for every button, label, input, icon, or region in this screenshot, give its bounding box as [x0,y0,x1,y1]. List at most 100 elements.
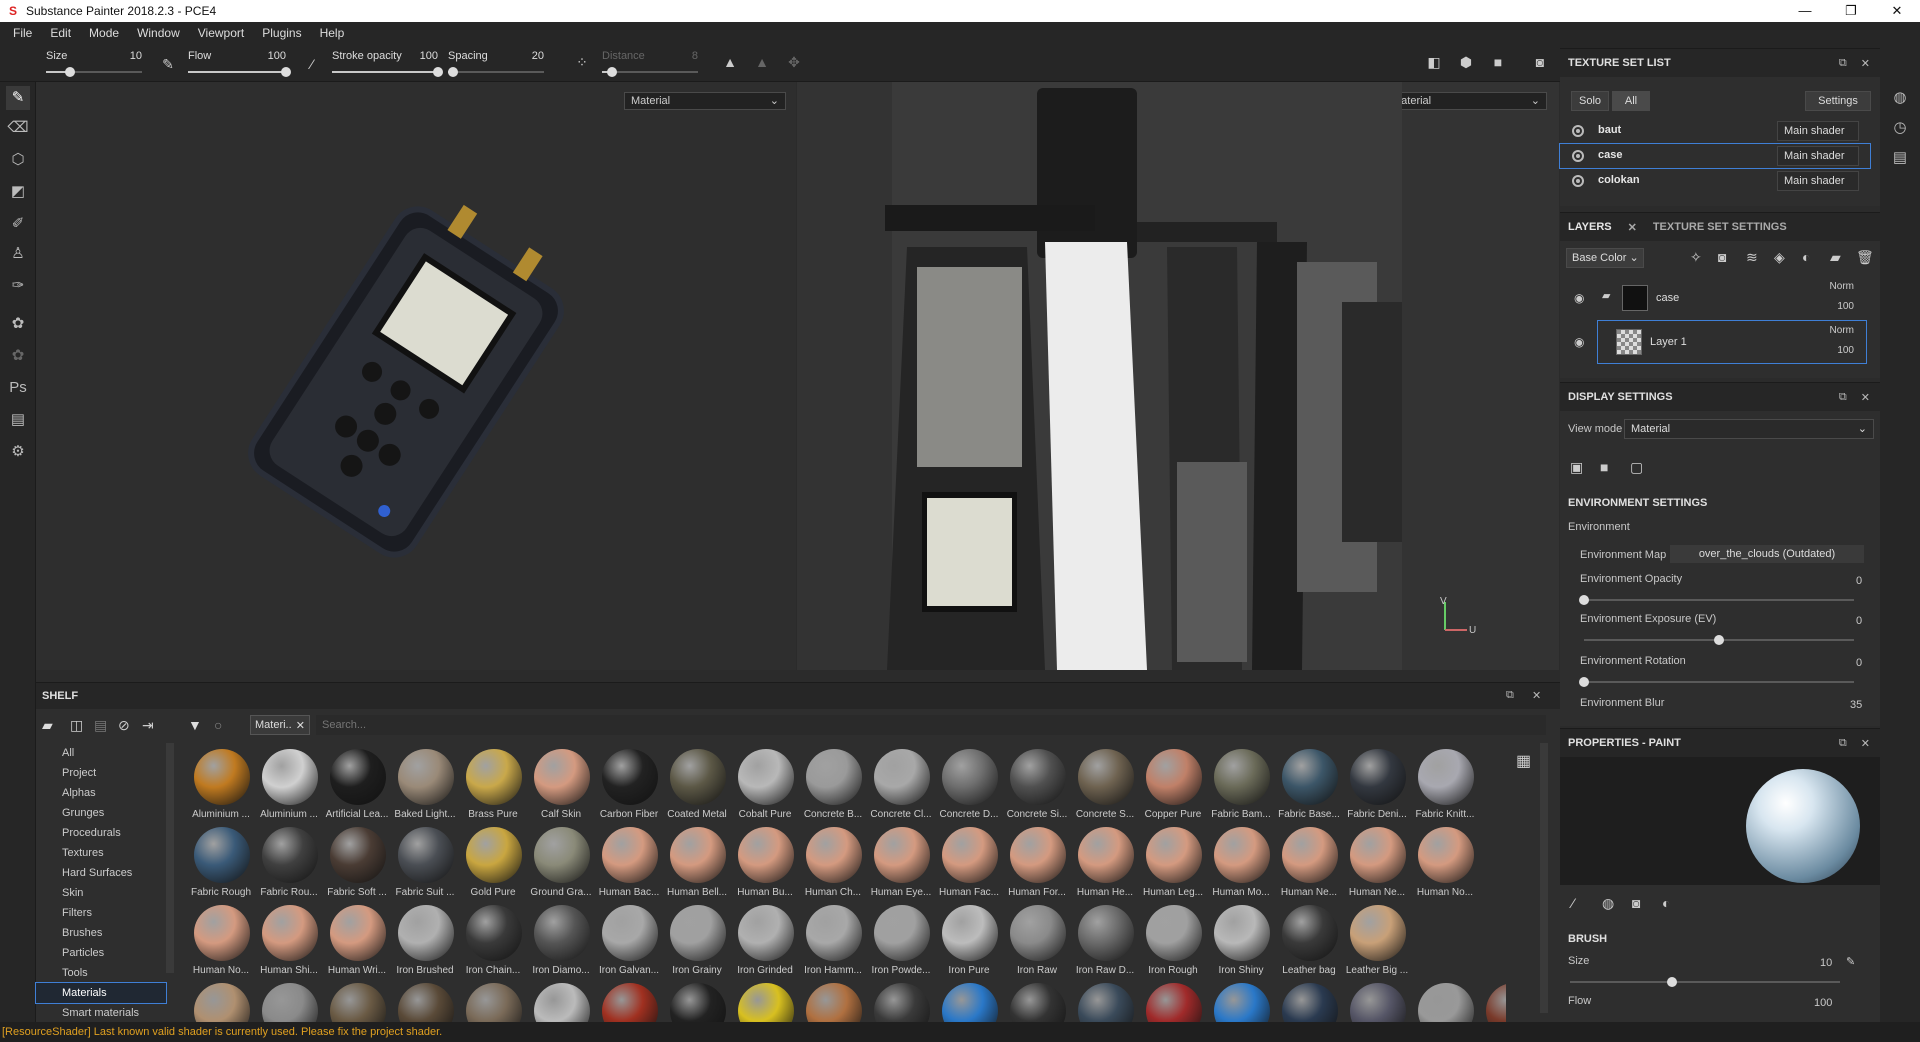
settings-gear-icon[interactable]: ⚙ [6,440,30,464]
material-thumbnail[interactable]: Fabric Rou... [254,827,320,905]
float-icon[interactable]: ⧉ [1839,737,1847,750]
shelf-category-item[interactable]: Project [36,763,166,783]
material-thumbnail[interactable]: Human For... [1002,827,1068,905]
material-preview-ball[interactable] [670,983,726,1023]
material-thumbnail[interactable]: Concrete B... [798,749,864,827]
smudge-icon[interactable]: ✐ [6,212,30,236]
close-icon[interactable]: ✕ [1861,57,1870,70]
shelf-category-item[interactable]: Materials [35,982,167,1004]
material-preview-ball[interactable] [398,983,454,1023]
material-thumbnail[interactable]: Fabric Soft ... [322,827,388,905]
add-smart-material-icon[interactable]: ◐ [1802,249,1810,265]
environment-exposure-value[interactable]: 0 [1856,615,1862,627]
shelf-category-item[interactable]: Alphas [36,783,166,803]
material-preview-ball[interactable] [466,983,522,1023]
screenshot-icon[interactable]: ◙ [1530,54,1550,70]
size-slider[interactable]: Size 10 [46,48,142,78]
circle-filter-icon[interactable]: ○ [214,717,222,733]
material-thumbnail[interactable]: Fabric Base... [1274,749,1340,827]
view-mode-select[interactable]: Material ⌄ [1624,419,1874,439]
brush-flow-value[interactable]: 100 [1814,997,1832,1009]
view-cube-icon[interactable]: ⬢ [1456,54,1476,71]
layer-row-selected[interactable]: Layer 1 Norm 100 [1597,320,1867,364]
material-preview-ball[interactable] [262,983,318,1023]
material-preview-ball[interactable] [738,983,794,1023]
radio-icon[interactable] [1572,175,1584,187]
layer-opacity[interactable]: 100 [1837,301,1854,312]
shelf-category-item[interactable]: Brushes [36,923,166,943]
viewport-3d[interactable]: Material ⌄ V U [797,82,1559,670]
lazy-mouse-icon[interactable]: ⁘ [572,54,592,71]
solo-button[interactable]: Solo [1571,91,1609,111]
material-thumbnail[interactable]: Human He... [1070,827,1136,905]
flow-pressure-icon[interactable]: ⁄ [302,56,322,72]
material-thumbnail[interactable]: Human Wri... [322,905,388,983]
settings-button[interactable]: Settings [1805,91,1871,111]
material-preview-ball[interactable] [942,983,998,1023]
menu-mode[interactable]: Mode [80,26,128,40]
material-thumbnail[interactable]: Coated Metal [662,749,728,827]
menu-file[interactable]: File [4,26,41,40]
material-thumbnail[interactable]: Iron Diamo... [526,905,592,983]
shelf-category-item[interactable]: All [36,743,166,763]
material-thumbnail[interactable]: Human No... [186,905,252,983]
camera-icon[interactable]: ■ [1488,54,1508,70]
material-thumbnail[interactable]: Iron Raw [1002,905,1068,983]
material-thumbnail[interactable]: Human Ch... [798,827,864,905]
slider-handle[interactable] [1579,677,1589,687]
material-thumbnail[interactable]: Human No... [1410,827,1476,905]
float-icon[interactable]: ⧉ [1839,391,1847,404]
layer-opacity[interactable]: 100 [1837,345,1854,356]
material-thumbnail[interactable]: Iron Brushed [390,905,456,983]
menu-window[interactable]: Window [128,26,189,40]
material-thumbnail[interactable]: Calf Skin [526,749,592,827]
material-thumbnail[interactable]: Iron Shiny [1206,905,1272,983]
stroke-opacity-slider[interactable]: Stroke opacity 100 [332,48,443,78]
material-preview-ball[interactable] [1486,983,1506,1023]
shelf-category-item[interactable]: Smart materials [36,1003,166,1023]
texture-set-row[interactable]: colokan Main shader [1560,169,1870,193]
distance-value[interactable]: 8 [692,50,698,62]
add-paint-layer-icon[interactable]: ◈ [1774,249,1785,266]
material-thumbnail[interactable]: Human Leg... [1138,827,1204,905]
material-preview-ball[interactable] [1010,983,1066,1023]
material-preview-ball[interactable] [1282,983,1338,1023]
material-tab-icon[interactable]: ◐ [1662,895,1670,911]
close-icon[interactable]: ✕ [1532,689,1541,702]
flow-slider-handle[interactable] [281,67,291,77]
slider-handle[interactable] [1667,977,1677,987]
spacing-slider-handle[interactable] [447,67,458,77]
menu-plugins[interactable]: Plugins [253,26,310,40]
stroke-opacity-slider-handle[interactable] [433,67,443,77]
log-icon[interactable]: ▤ [1890,148,1910,168]
material-thumbnail[interactable]: Human Shi... [254,905,320,983]
new-folder-icon[interactable]: ◫ [70,717,83,734]
material-preview-ball[interactable] [806,983,862,1023]
material-preview-ball[interactable] [1214,983,1270,1023]
material-thumbnail[interactable]: Iron Powde... [866,905,932,983]
material-preview-ball[interactable] [1146,983,1202,1023]
material-thumbnail[interactable]: Human Mo... [1206,827,1272,905]
material-thumbnail[interactable]: Iron Grinded [730,905,796,983]
material-thumbnail[interactable]: Concrete Cl... [866,749,932,827]
material-preview-ball[interactable] [330,983,386,1023]
material-thumbnail[interactable]: Ground Gra... [526,827,592,905]
material-thumbnail[interactable]: Iron Raw D... [1070,905,1136,983]
trash-icon[interactable]: 🗑 [1856,249,1874,266]
material-thumbnail[interactable]: Human Bell... [662,827,728,905]
slider-handle[interactable] [1714,635,1724,645]
add-mask-icon[interactable]: ◙ [1718,249,1726,265]
save-icon[interactable]: ▤ [94,717,107,734]
float-icon[interactable]: ⧉ [1506,689,1514,702]
camera-tab-icon[interactable]: ■ [1600,459,1608,475]
material-thumbnail[interactable]: Fabric Bam... [1206,749,1272,827]
shelf-category-item[interactable]: Procedurals [36,823,166,843]
material-thumbnail[interactable]: Human Bu... [730,827,796,905]
shelf-category-item[interactable]: Tools [36,963,166,983]
all-button[interactable]: All [1612,91,1650,111]
size-value[interactable]: 10 [130,50,142,62]
distance-slider[interactable]: Distance 8 [602,48,698,78]
distance-slider-handle[interactable] [606,67,617,77]
material-thumbnail[interactable]: Concrete D... [934,749,1000,827]
material-thumbnail[interactable]: Iron Rough [1138,905,1204,983]
